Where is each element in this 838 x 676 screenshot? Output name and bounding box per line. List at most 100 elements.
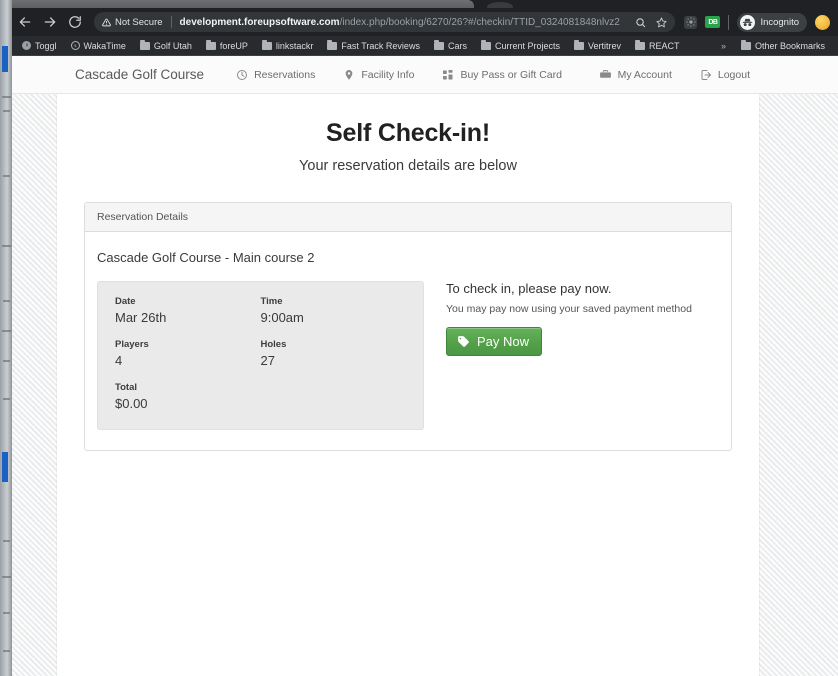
sliver-tick: [2, 96, 11, 98]
bookmark-other-bookmarks[interactable]: Other Bookmarks: [734, 37, 832, 54]
course-name: Cascade Golf Course - Main course 2: [97, 250, 315, 265]
payment-subtitle: You may pay now using your saved payment…: [446, 303, 692, 315]
bookmark-vertitrev[interactable]: Vertitrev: [567, 37, 628, 54]
warning-triangle-icon: [102, 18, 111, 26]
bookmark-linkstackr[interactable]: linkstackr: [255, 37, 321, 54]
detail-total: Total $0.00: [115, 382, 261, 411]
db-extension-icon[interactable]: DB: [705, 16, 721, 28]
arrow-right-icon[interactable]: [42, 14, 58, 30]
nav-link-label: Buy Pass or Gift Card: [460, 68, 562, 81]
bookmark-wakatime[interactable]: WakaTime: [64, 37, 133, 54]
detail-value: 9:00am: [260, 310, 304, 325]
folder-icon: [205, 39, 216, 50]
bookmark-react[interactable]: REACT: [628, 37, 687, 54]
page-viewport: Cascade Golf Course Reservations Facilit…: [9, 56, 838, 676]
detail-label: Players: [115, 339, 149, 350]
site-navbar: Cascade Golf Course Reservations Facilit…: [9, 56, 838, 94]
pay-now-button[interactable]: Pay Now: [446, 327, 543, 356]
incognito-indicator[interactable]: Incognito: [737, 12, 807, 32]
folder-icon: [261, 39, 272, 50]
bookmark-label: Fast Track Reviews: [341, 40, 420, 51]
payment-title: To check in, please pay now.: [446, 281, 612, 296]
toolbar-divider: [728, 14, 730, 30]
bookmark-toggl[interactable]: Toggl: [15, 37, 64, 54]
bookmark-label: REACT: [649, 40, 680, 51]
search-zoom-icon[interactable]: [635, 17, 646, 28]
sliver-tick: [3, 110, 10, 112]
nav-link-label: Facility Info: [361, 68, 415, 81]
detail-date: Date Mar 26th: [115, 296, 261, 325]
bookmark-foreup[interactable]: foreUP: [199, 37, 255, 54]
folder-icon: [139, 39, 150, 50]
url-text[interactable]: development.foreupsoftware.com/index.php…: [180, 17, 622, 28]
sliver-accent: [2, 46, 8, 72]
puzzle-extension-icon[interactable]: [684, 15, 698, 29]
sliver-tick: [2, 576, 11, 578]
detail-label: Holes: [260, 339, 287, 350]
sliver-tick: [3, 650, 10, 652]
detail-label: Time: [260, 296, 283, 307]
nav-link-logout[interactable]: Logout: [686, 69, 764, 81]
detail-holes: Holes 27: [261, 339, 407, 368]
url-path: /index.php/booking/6270/26?#/checkin/TTI…: [339, 16, 620, 28]
nav-link-label: Reservations: [254, 68, 316, 81]
detail-players: Players 4: [115, 339, 261, 368]
sliver-tick: [3, 540, 10, 542]
incognito-hat-icon: [740, 14, 756, 30]
reload-icon[interactable]: [67, 14, 83, 30]
page-subtitle: Your reservation details are below: [299, 158, 517, 174]
background-window-sliver: [0, 0, 12, 676]
folder-icon: [740, 39, 751, 50]
arrow-left-icon[interactable]: [17, 14, 33, 30]
sliver-tick: [2, 330, 11, 332]
site-navbar-right: My Account Logout: [585, 68, 838, 81]
folder-icon: [433, 39, 444, 50]
browser-toolbar: Not Secure development.foreupsoftware.co…: [9, 8, 838, 36]
bookmark-golf-utah[interactable]: Golf Utah: [133, 37, 199, 54]
detail-label: Total: [115, 382, 137, 393]
sliver-tick: [2, 245, 11, 247]
active-tab[interactable]: [9, 0, 474, 8]
panel-body: Cascade Golf Course - Main course 2 Date…: [85, 232, 731, 450]
address-bar[interactable]: Not Secure development.foreupsoftware.co…: [94, 12, 676, 32]
incognito-label: Incognito: [760, 16, 799, 28]
nav-link-my-account[interactable]: My Account: [585, 68, 686, 81]
details-column: Date Mar 26th Time 9:00am Players 4 Hole…: [97, 281, 424, 430]
reservation-details-panel: Reservation Details Cascade Golf Course …: [84, 202, 732, 451]
detail-value: 27: [260, 353, 275, 368]
panel-heading: Reservation Details: [85, 203, 731, 232]
folder-icon: [635, 39, 646, 50]
star-icon[interactable]: [656, 16, 667, 28]
folder-icon: [574, 39, 584, 50]
bookmark-current-projects[interactable]: Current Projects: [474, 37, 567, 54]
bookmarks-bar: Toggl WakaTime Golf Utah foreUP linkstac…: [9, 36, 838, 56]
nav-link-reservations[interactable]: Reservations: [222, 69, 329, 81]
detail-time: Time 9:00am: [261, 296, 407, 325]
payment-column: To check in, please pay now. You may pay…: [424, 281, 719, 430]
price-tag-icon: [457, 335, 470, 348]
sliver-tick: [3, 612, 10, 614]
bookmark-fast-track-reviews[interactable]: Fast Track Reviews: [320, 37, 427, 54]
bookmarks-overflow-button[interactable]: »: [713, 41, 734, 51]
bookmark-cars[interactable]: Cars: [427, 37, 474, 54]
bookmark-label: linkstackr: [275, 40, 314, 51]
detail-value: 4: [115, 353, 123, 368]
chrome-browser-window: Not Secure development.foreupsoftware.co…: [9, 0, 838, 676]
folder-icon: [480, 39, 491, 50]
bookmark-label: Vertitrev: [588, 40, 622, 51]
map-pin-icon: [343, 69, 355, 81]
bookmark-label: Toggl: [35, 40, 57, 51]
nav-link-facility-info[interactable]: Facility Info: [329, 69, 428, 81]
new-tab-button[interactable]: [487, 2, 513, 8]
security-status[interactable]: Not Secure: [102, 17, 163, 28]
details-payment-row: Date Mar 26th Time 9:00am Players 4 Hole…: [97, 281, 719, 430]
security-label: Not Secure: [115, 16, 163, 28]
tab-strip: [9, 0, 838, 8]
profile-avatar-icon[interactable]: [815, 14, 830, 30]
toggl-circle-icon: [22, 41, 31, 50]
nav-link-buy-pass-or-gift-card[interactable]: Buy Pass or Gift Card: [428, 69, 576, 81]
grid-squares-icon: [442, 69, 454, 81]
pay-now-label: Pay Now: [477, 334, 530, 349]
bookmark-label: Golf Utah: [153, 40, 192, 51]
site-brand[interactable]: Cascade Golf Course: [75, 67, 222, 82]
